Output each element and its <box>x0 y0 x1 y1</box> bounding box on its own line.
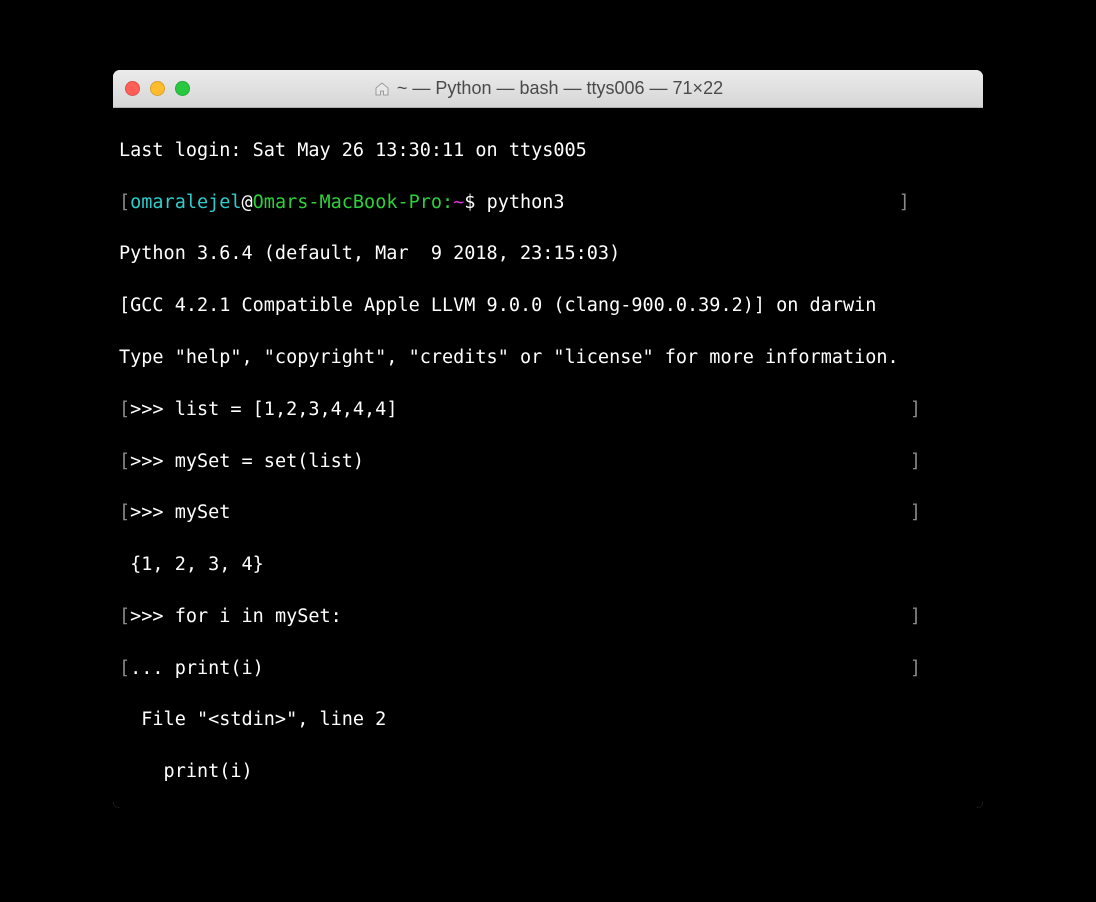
bracket-left: [ <box>119 606 130 627</box>
terminal-line: Type "help", "copyright", "credits" or "… <box>119 345 977 371</box>
terminal-window: ~ — Python — bash — ttys006 — 71×22 Last… <box>113 70 983 808</box>
bracket-left: [ <box>119 502 130 523</box>
bracket-right: ] <box>342 606 921 627</box>
minimize-button[interactable] <box>150 81 165 96</box>
repl-input: list = [1,2,3,4,4,4] <box>175 399 398 420</box>
bracket-right: ] <box>364 451 921 472</box>
repl-prompt: >>> <box>130 451 175 472</box>
repl-continuation: ... <box>130 658 175 679</box>
terminal-line: print(i) <box>119 759 977 785</box>
prompt-host: Omars-MacBook-Pro: <box>253 192 453 213</box>
terminal-body[interactable]: Last login: Sat May 26 13:30:11 on ttys0… <box>113 108 983 808</box>
terminal-line: [>>> list = [1,2,3,4,4,4] ] <box>119 397 977 423</box>
last-login-text: Last login: Sat May 26 13:30:11 on ttys0… <box>119 140 587 161</box>
home-icon <box>373 80 391 98</box>
repl-input: for i in mySet: <box>175 606 342 627</box>
window-title: ~ — Python — bash — ttys006 — 71×22 <box>113 78 983 99</box>
command-text: python3 <box>487 192 565 213</box>
gcc-text: [GCC 4.2.1 Compatible Apple LLVM 9.0.0 (… <box>119 295 876 316</box>
repl-prompt: >>> <box>130 399 175 420</box>
output-text: {1, 2, 3, 4} <box>119 554 264 575</box>
bracket-right: ] <box>264 658 921 679</box>
repl-input: mySet <box>175 502 231 523</box>
python-version-text: Python 3.6.4 (default, Mar 9 2018, 23:15… <box>119 243 631 264</box>
bracket-right: ] <box>397 399 920 420</box>
terminal-line: File "<stdin>", line 2 <box>119 707 977 733</box>
terminal-line: Last login: Sat May 26 13:30:11 on ttys0… <box>119 138 977 164</box>
terminal-line: [>>> for i in mySet: ] <box>119 604 977 630</box>
close-button[interactable] <box>125 81 140 96</box>
maximize-button[interactable] <box>175 81 190 96</box>
terminal-line: [... print(i) ] <box>119 656 977 682</box>
terminal-line: Python 3.6.4 (default, Mar 9 2018, 23:15… <box>119 241 977 267</box>
bracket-left: [ <box>119 658 130 679</box>
help-text: Type "help", "copyright", "credits" or "… <box>119 347 899 368</box>
bracket-right: ] <box>230 502 921 523</box>
error-file-text: File "<stdin>", line 2 <box>119 709 386 730</box>
repl-input: mySet = set(list) <box>175 451 364 472</box>
prompt-user: omaralejel <box>130 192 241 213</box>
prompt-path: ~ <box>453 192 464 213</box>
bracket-right: ] <box>565 192 910 213</box>
traffic-lights <box>125 81 190 96</box>
terminal-line: [>>> mySet = set(list) ] <box>119 449 977 475</box>
repl-input: print(i) <box>175 658 264 679</box>
terminal-line: [>>> mySet ] <box>119 500 977 526</box>
window-title-text: ~ — Python — bash — ttys006 — 71×22 <box>397 78 723 99</box>
terminal-line: [GCC 4.2.1 Compatible Apple LLVM 9.0.0 (… <box>119 293 977 319</box>
repl-prompt: >>> <box>130 606 175 627</box>
terminal-line: {1, 2, 3, 4} <box>119 552 977 578</box>
prompt-at: @ <box>242 192 253 213</box>
terminal-line: [omaralejel@Omars-MacBook-Pro:~$ python3… <box>119 190 977 216</box>
bracket-left: [ <box>119 192 130 213</box>
repl-prompt: >>> <box>130 502 175 523</box>
bracket-left: [ <box>119 451 130 472</box>
prompt-symbol: $ <box>464 192 486 213</box>
error-print-text: print(i) <box>119 761 253 782</box>
window-titlebar[interactable]: ~ — Python — bash — ttys006 — 71×22 <box>113 70 983 108</box>
bracket-left: [ <box>119 399 130 420</box>
